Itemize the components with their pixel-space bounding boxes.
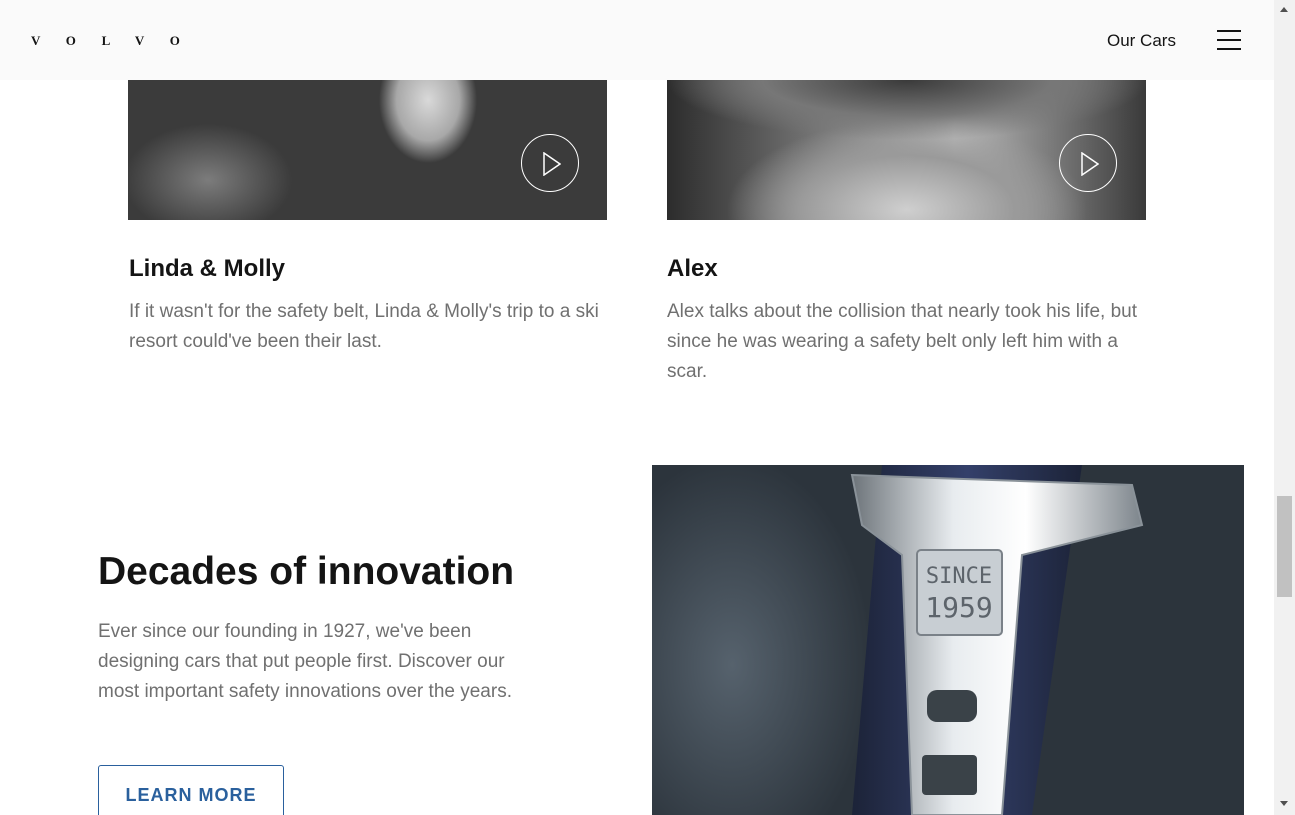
story-title-linda-molly: Linda & Molly	[129, 255, 285, 282]
section-title: Decades of innovation	[98, 550, 515, 593]
scroll-up-icon[interactable]	[1280, 7, 1288, 12]
seatbelt-buckle-image: SINCE 1959	[652, 465, 1244, 815]
alex-video-thumbnail[interactable]	[667, 60, 1146, 220]
since-text: SINCE	[926, 564, 992, 589]
scroll-down-icon[interactable]	[1280, 801, 1288, 806]
play-icon[interactable]	[521, 134, 579, 192]
story-text-linda-molly: If it wasn't for the safety belt, Linda …	[129, 301, 599, 352]
year-text: 1959	[925, 591, 992, 624]
scrollbar-thumb[interactable]	[1277, 496, 1292, 597]
vertical-scrollbar[interactable]	[1274, 0, 1295, 815]
our-cars-link[interactable]: Our Cars	[1107, 31, 1176, 51]
learn-more-button[interactable]: LEARN MORE	[98, 765, 284, 815]
volvo-logo[interactable]: V O L V O	[31, 33, 191, 49]
linda-molly-video-thumbnail[interactable]	[128, 60, 607, 220]
hamburger-menu-icon[interactable]	[1217, 30, 1241, 50]
play-icon[interactable]	[1059, 134, 1117, 192]
story-title-alex: Alex	[667, 255, 718, 282]
site-header: V O L V O Our Cars	[0, 0, 1274, 80]
story-text-alex: Alex talks about the collision that near…	[667, 301, 1137, 382]
section-description: Ever since our founding in 1927, we've b…	[98, 621, 512, 702]
